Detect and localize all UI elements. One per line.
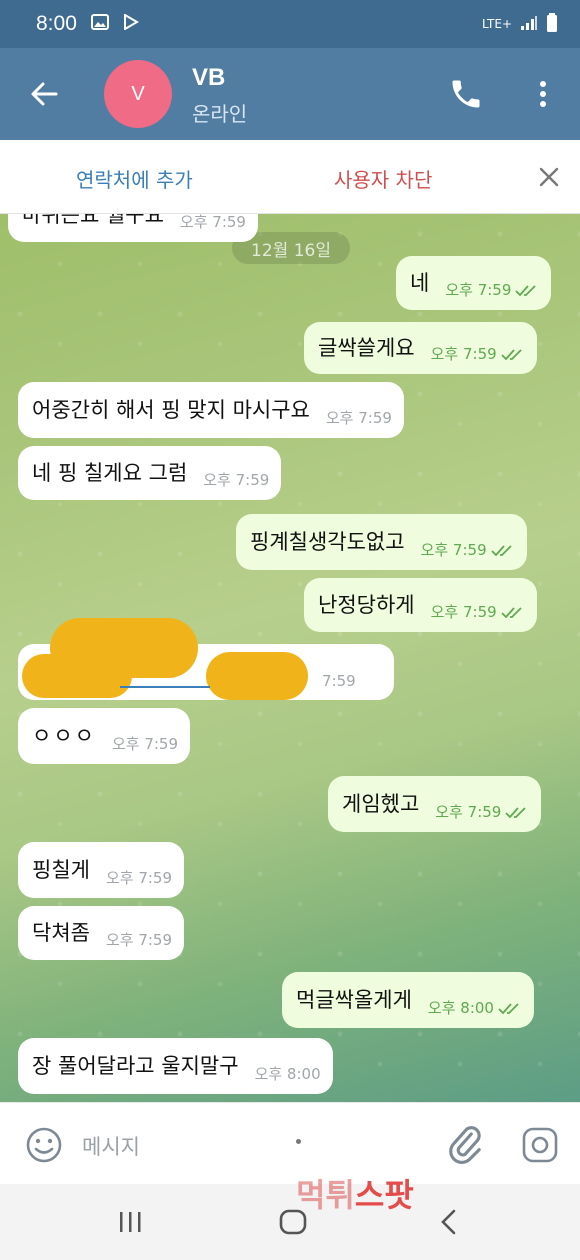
more-vert-icon[interactable] [528, 76, 558, 112]
message-time: 오후 8:00 [428, 997, 522, 1018]
message-bubble[interactable]: 장 풀어달라고 울지말구 오후 8:00 [18, 1038, 333, 1094]
message-time: 오후 7:59 [445, 279, 539, 300]
message-text: 네 핑 칠게요 그럼 [32, 461, 188, 485]
message-text: ㅇㅇㅇ [32, 724, 96, 748]
close-icon[interactable] [538, 166, 560, 192]
message-text: 어중간히 해서 핑 맞지 마시구요 [32, 398, 310, 422]
avatar[interactable]: V [104, 60, 172, 128]
battery-icon [546, 12, 558, 36]
read-ticks-icon [490, 544, 512, 556]
message-text: 핑칠게 [32, 858, 90, 882]
network-type: LTE+ [482, 17, 512, 31]
gallery-icon [90, 14, 109, 34]
message-bubble[interactable]: 핑계칠생각도없고 오후 7:59 [236, 514, 527, 570]
message-bubble[interactable]: 먹글싹올게게 오후 8:00 [282, 972, 534, 1028]
message-text: 게임헸고 [342, 792, 420, 816]
cursor-dot [296, 1139, 301, 1144]
message-input-bar: 메시지 [0, 1102, 580, 1184]
message-text: 장 풀어달라고 울지말구 [32, 1054, 239, 1078]
message-time: 오후 7:59 [421, 539, 515, 560]
message-text: 네 [410, 271, 430, 295]
redaction-mark [206, 652, 308, 700]
message-time: 오후 7:59 [111, 735, 179, 753]
play-store-icon [123, 13, 139, 34]
system-nav-bar [0, 1184, 580, 1260]
message-time: 오후 7:59 [179, 214, 246, 231]
redaction-mark [22, 654, 132, 698]
read-ticks-icon [501, 348, 522, 360]
read-ticks-icon [515, 284, 537, 296]
status-bar: 8:00 LTE+ [0, 0, 580, 48]
message-time: 오후 7:59 [431, 601, 525, 622]
message-time: 오후 7:59 [105, 931, 173, 949]
message-input[interactable]: 메시지 [82, 1131, 140, 1161]
attach-icon[interactable] [446, 1123, 484, 1167]
message-text: 먹글싹올게게 [296, 988, 412, 1012]
message-time: 오후 7:59 [105, 869, 173, 887]
message-time: 7:59 [322, 672, 356, 690]
contact-name[interactable]: VB [192, 64, 225, 92]
read-ticks-icon [498, 1002, 519, 1014]
read-ticks-icon [505, 806, 526, 818]
add-contact-button[interactable]: 연락처에 추가 [76, 164, 193, 193]
message-bubble[interactable]: 마뉘는요 월구요 오후 7:59 [8, 214, 258, 242]
message-text: 글싹쓸게요 [318, 336, 415, 360]
signal-icon [520, 15, 538, 34]
status-time: 8:00 [36, 12, 77, 35]
back-arrow-icon[interactable] [26, 76, 62, 112]
nav-back-icon[interactable] [434, 1208, 464, 1236]
message-bubble[interactable]: 난정당하게 오후 7:59 [304, 578, 537, 632]
message-text: 난정당하게 [318, 593, 415, 617]
camera-icon[interactable] [520, 1125, 560, 1165]
message-time: 오후 7:59 [435, 801, 529, 822]
message-bubble[interactable]: 핑칠게 오후 7:59 [18, 842, 185, 898]
message-text: 마뉘는요 월구요 [22, 214, 164, 227]
message-time: 오후 7:59 [431, 343, 525, 364]
message-time: 오후 8:00 [254, 1065, 321, 1083]
message-bubble[interactable]: 닥쳐좀 오후 7:59 [18, 906, 185, 960]
message-text: 닥쳐좀 [32, 921, 90, 945]
message-time: 오후 7:59 [203, 471, 270, 489]
contact-action-bar: 연락처에 추가 사용자 차단 [0, 140, 580, 214]
chat-header: V VB 온라인 [0, 48, 580, 140]
message-bubble[interactable]: 어중간히 해서 핑 맞지 마시구요 오후 7:59 [18, 382, 404, 438]
emoji-icon[interactable] [24, 1125, 64, 1165]
message-bubble[interactable]: 글싹쓸게요 오후 7:59 [304, 322, 537, 374]
chat-area[interactable]: 12월 16일 마뉘는요 월구요 오후 7:59 네 오후 7:59 글싹쓸게요… [0, 214, 580, 1102]
message-bubble[interactable]: 네 오후 7:59 [396, 256, 552, 310]
read-ticks-icon [501, 606, 522, 618]
message-bubble[interactable]: 네 핑 칠게요 그럼 오후 7:59 [18, 446, 282, 500]
link-underline [120, 686, 210, 688]
watermark-logo: 먹튀스팟 [296, 1176, 414, 1214]
message-bubble[interactable]: ㅇㅇㅇ 오후 7:59 [18, 708, 191, 764]
phone-icon[interactable] [448, 76, 484, 112]
recent-apps-icon[interactable] [116, 1210, 144, 1234]
message-bubble[interactable]: 게임헸고 오후 7:59 [328, 776, 542, 832]
message-text: 핑계칠생각도없고 [250, 530, 405, 554]
block-user-button[interactable]: 사용자 차단 [334, 164, 432, 193]
contact-status: 온라인 [192, 102, 248, 126]
message-time: 오후 7:59 [325, 409, 392, 427]
